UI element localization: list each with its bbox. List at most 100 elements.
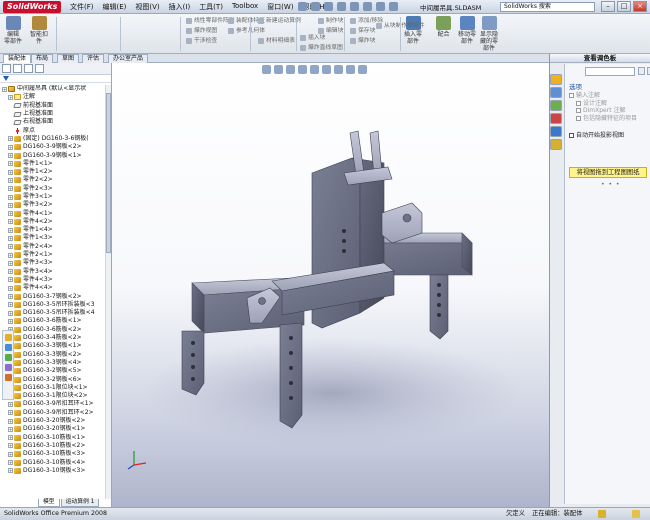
help-status-icon[interactable]	[632, 510, 640, 518]
expand-icon[interactable]: +	[8, 460, 13, 465]
tree-item[interactable]: + DG160-3-20钢板<2>	[0, 417, 106, 425]
sketch-icon[interactable]	[4, 334, 12, 341]
menu-item[interactable]: Toolbox	[232, 2, 258, 12]
menu-item[interactable]: 编辑(E)	[103, 2, 127, 12]
task-pane-tab-icon[interactable]	[550, 126, 562, 137]
expand-icon[interactable]: +	[8, 252, 13, 258]
tree-item[interactable]: + 零件2<2>	[0, 176, 106, 184]
tree-item[interactable]: + DG160-3-9钢板<1>	[0, 151, 106, 159]
expand-icon[interactable]: +	[8, 468, 13, 474]
tab-1[interactable]: 布局	[31, 54, 54, 63]
tree-item[interactable]: + DG160-3-10筋板<2>	[0, 442, 106, 450]
expand-icon[interactable]: +	[8, 269, 13, 275]
ribbon-small-item[interactable]: 干涉检查	[186, 37, 217, 45]
splitter-grip[interactable]: • • •	[601, 181, 620, 188]
ribbon-small-item[interactable]: 保存块	[350, 27, 375, 35]
tree-item[interactable]: +DG160-3-1限位块<1>	[0, 384, 106, 392]
expand-icon[interactable]: +	[8, 202, 13, 208]
new-icon[interactable]	[298, 2, 307, 11]
expand-icon[interactable]: +	[8, 219, 13, 225]
ribbon-small-item[interactable]: 材料明细表	[258, 37, 295, 45]
dimxpert-tab-icon[interactable]	[35, 64, 44, 73]
expand-icon[interactable]: +	[8, 451, 13, 457]
menu-item[interactable]: 窗口(W)	[267, 2, 293, 12]
expand-icon[interactable]: +	[8, 435, 13, 441]
document-select[interactable]	[585, 67, 635, 76]
ribbon-small-item[interactable]: 爆炸视图	[186, 27, 217, 35]
tree-item[interactable]: + DG160-3-10筋板<1>	[0, 433, 106, 441]
feature-tree-tab-icon[interactable]	[2, 64, 11, 73]
property-manager-tab-icon[interactable]	[13, 64, 22, 73]
close-button[interactable]: ×	[633, 1, 647, 12]
ribbon-small-item[interactable]: 插入块	[300, 34, 325, 42]
option-checkbox[interactable]: 设计注解	[569, 100, 649, 108]
tree-item[interactable]: + 零件3<3>	[0, 259, 106, 267]
open-icon[interactable]	[311, 2, 320, 11]
tree-item[interactable]: + 中间履吊具 (默认<显示状	[0, 85, 106, 93]
tree-item[interactable]: 原点	[0, 126, 106, 134]
tree-item[interactable]: + 零件4<2>	[0, 218, 106, 226]
drag-views-button[interactable]: 将视图拖到工程图图纸	[569, 167, 647, 178]
task-pane-tab-icon[interactable]	[550, 113, 562, 124]
tree-item[interactable]: + 零件3<1>	[0, 193, 106, 201]
ribbon-button[interactable]: 智能扣 件	[30, 16, 48, 45]
undo-icon[interactable]	[350, 2, 359, 11]
expand-icon[interactable]: +	[8, 161, 13, 167]
option-checkbox[interactable]: 输入注解	[569, 92, 649, 100]
ribbon-button[interactable]: 显示隐 藏的零 部件	[480, 16, 498, 52]
tree-item[interactable]: + DG160-3-9钢板<2>	[0, 143, 106, 151]
print-icon[interactable]	[337, 2, 346, 11]
tab-0[interactable]: 装配体	[3, 54, 32, 63]
expand-icon[interactable]: +	[2, 86, 7, 92]
ribbon-small-item[interactable]: 新建运动算例	[258, 17, 301, 25]
select-icon[interactable]	[363, 2, 372, 11]
option-checkbox[interactable]: 自动开始投影视图	[569, 132, 649, 140]
rebuild-icon[interactable]	[376, 2, 385, 11]
ribbon-button[interactable]: 插入零 部件	[404, 16, 422, 45]
search-input[interactable]: SolidWorks 搜索	[500, 2, 595, 12]
feature-tree-scrollbar[interactable]	[105, 85, 111, 499]
expand-icon[interactable]: +	[8, 244, 13, 250]
filter-icon[interactable]	[0, 75, 111, 83]
tree-item[interactable]: + 零件4<1>	[0, 209, 106, 217]
task-pane-tab-icon[interactable]	[550, 87, 562, 98]
tree-item[interactable]: + 零件2<3>	[0, 185, 106, 193]
tree-item[interactable]: 前视基准面	[0, 102, 106, 110]
tree-item[interactable]: +DG160-3-6筋板<2>	[0, 326, 106, 334]
tree-item[interactable]: + 零件4<3>	[0, 276, 106, 284]
expand-icon[interactable]: +	[8, 318, 13, 324]
tree-item[interactable]: 上视基准面	[0, 110, 106, 118]
expand-icon[interactable]: +	[8, 418, 13, 424]
options-icon[interactable]	[389, 2, 398, 11]
tree-item[interactable]: + 零件1<3>	[0, 234, 106, 242]
ribbon-small-item[interactable]: 编辑块	[318, 27, 343, 35]
expand-icon[interactable]: +	[8, 227, 13, 233]
menu-item[interactable]: 视图(V)	[135, 2, 159, 12]
tree-item[interactable]: +DG160-3-2钢板<5>	[0, 367, 106, 375]
tab-3[interactable]: 评估	[82, 54, 105, 63]
ribbon-button[interactable]: 移动零 部件	[458, 16, 476, 45]
expand-icon[interactable]: +	[8, 426, 13, 432]
expand-icon[interactable]: +	[8, 144, 13, 150]
ribbon-button[interactable]: 编辑 零部件	[4, 16, 22, 45]
save-icon[interactable]	[324, 2, 333, 11]
expand-icon[interactable]: +	[8, 136, 13, 142]
tree-item[interactable]: + 零件2<1>	[0, 251, 106, 259]
tab-motion-study[interactable]: 运动算例 1	[60, 499, 100, 507]
task-pane-tab-icon[interactable]	[550, 74, 562, 85]
tree-item[interactable]: +DG160-3-3钢板<2>	[0, 351, 106, 359]
tab-model[interactable]: 模型	[38, 499, 60, 507]
tree-item[interactable]: + DG160-3-6筋板<1>	[0, 317, 106, 325]
tree-item[interactable]: + 零件2<4>	[0, 243, 106, 251]
graphics-area[interactable]	[112, 63, 549, 507]
expand-icon[interactable]: +	[8, 94, 13, 100]
tree-item[interactable]: +DG160-3-4筋板<2>	[0, 334, 106, 342]
tree-item[interactable]: 右视基准面	[0, 118, 106, 126]
tree-item[interactable]: + DG160-3-20钢板<1>	[0, 425, 106, 433]
expand-icon[interactable]: +	[8, 285, 13, 291]
expand-icon[interactable]: +	[8, 294, 13, 300]
feature-icon[interactable]	[4, 364, 12, 371]
expand-icon[interactable]: +	[8, 302, 13, 308]
tree-item[interactable]: + DG160-3-10筋板<3>	[0, 450, 106, 458]
tree-item[interactable]: + DG160-3-9吊扣耳环<1>	[0, 400, 106, 408]
